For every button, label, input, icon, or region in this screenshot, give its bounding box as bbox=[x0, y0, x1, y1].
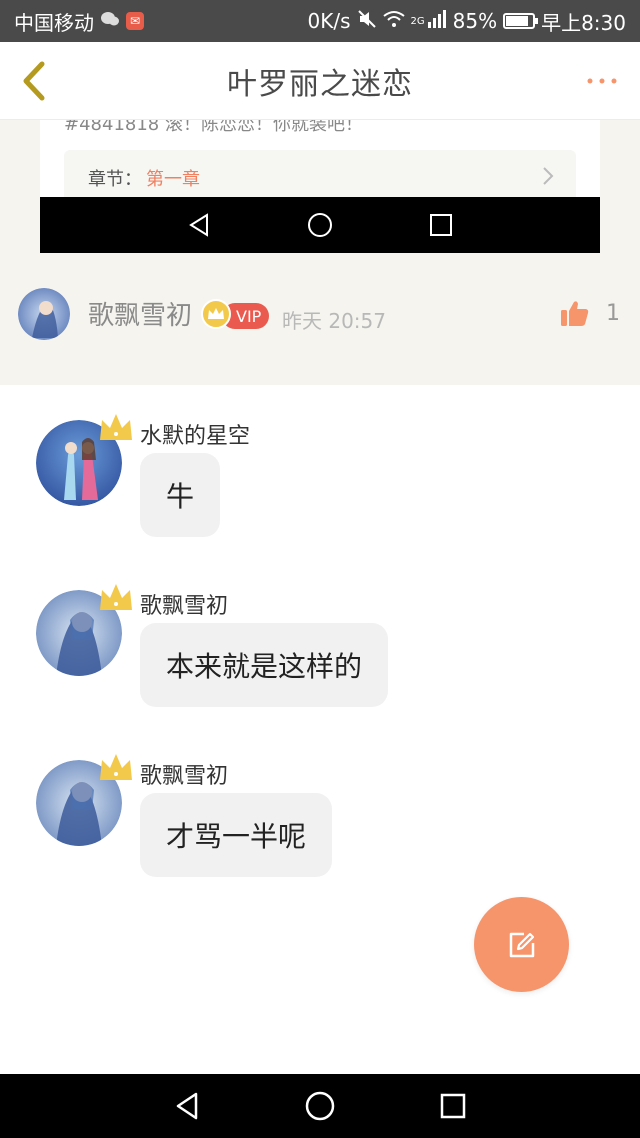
compose-button[interactable] bbox=[474, 897, 569, 992]
clock: 早上8:30 bbox=[541, 10, 626, 35]
system-nav-bar bbox=[0, 1074, 640, 1138]
more-button[interactable] bbox=[582, 64, 622, 98]
crown-icon bbox=[201, 299, 231, 329]
page-title: 叶罗丽之迷恋 bbox=[227, 66, 413, 102]
chapter-label: 章节： bbox=[88, 168, 142, 190]
nav-recents-button[interactable] bbox=[423, 1076, 483, 1136]
reply-author[interactable]: 水默的星空 bbox=[140, 418, 250, 450]
avatar[interactable] bbox=[18, 288, 70, 340]
crown-icon bbox=[100, 754, 132, 780]
battery-icon bbox=[503, 13, 539, 29]
reply-author[interactable]: 歌飘雪初 bbox=[140, 758, 228, 790]
recents-square-icon bbox=[441, 1093, 466, 1119]
crown-icon bbox=[100, 584, 132, 610]
comment-row: 歌飘雪初 VIP 昨天 20:57 1 bbox=[0, 285, 640, 345]
embedded-recents-icon bbox=[429, 213, 453, 237]
reply-author[interactable]: 歌飘雪初 bbox=[140, 588, 228, 620]
home-circle-icon bbox=[305, 1091, 335, 1121]
reply-item: 歌飘雪初 才骂一半呢 bbox=[0, 750, 640, 880]
embedded-back-icon bbox=[187, 212, 211, 238]
thumbs-up-icon bbox=[561, 301, 589, 326]
wechat-icon bbox=[100, 11, 120, 31]
back-button[interactable] bbox=[14, 56, 54, 106]
network-type: 2G bbox=[410, 15, 425, 27]
like-button[interactable] bbox=[560, 299, 590, 329]
comment-author[interactable]: 歌飘雪初 bbox=[88, 295, 192, 332]
more-dots-icon bbox=[587, 78, 617, 84]
reply-bubble: 本来就是这样的 bbox=[140, 623, 389, 707]
mail-icon: ✉ bbox=[126, 12, 144, 30]
chapter-value: 第一章 bbox=[146, 168, 200, 190]
carrier-label: 中国移动 bbox=[14, 10, 94, 35]
app-header: 叶罗丽之迷恋 bbox=[0, 42, 640, 120]
chevron-right-icon bbox=[543, 167, 554, 185]
status-right: 0K/s 2G 85% 早上8:30 bbox=[308, 7, 627, 36]
reply-item: 歌飘雪初 本来就是这样的 bbox=[0, 580, 640, 710]
wifi-icon bbox=[382, 10, 405, 32]
nav-home-button[interactable] bbox=[290, 1076, 350, 1136]
comment-time: 昨天 20:57 bbox=[282, 309, 386, 333]
embedded-home-icon bbox=[306, 211, 334, 239]
crown-icon bbox=[100, 414, 132, 440]
reply-item: 水默的星空 牛 bbox=[0, 410, 640, 540]
status-bar: 中国移动 ✉ 0K/s 2G 85% 早上8:30 bbox=[0, 0, 640, 42]
like-count: 1 bbox=[606, 301, 620, 326]
chevron-left-icon bbox=[23, 61, 45, 101]
embedded-nav-bar bbox=[40, 197, 600, 253]
reply-bubble: 牛 bbox=[140, 453, 221, 537]
battery-percent: 85% bbox=[452, 9, 498, 33]
net-speed: 0K/s bbox=[307, 9, 351, 33]
nav-back-button[interactable] bbox=[157, 1076, 217, 1136]
back-triangle-icon bbox=[176, 1092, 197, 1120]
edit-icon bbox=[509, 932, 534, 957]
embedded-cut-text: #4841818 滚！陈恋恋！你就装吧！ bbox=[64, 120, 363, 135]
mute-icon bbox=[357, 9, 377, 33]
comment-header-area: #4841818 滚！陈恋恋！你就装吧！ 章节： 第一章 歌飘雪初 VIP 昨天… bbox=[0, 120, 640, 385]
status-left: 中国移动 ✉ bbox=[14, 7, 144, 36]
signal-icon bbox=[427, 10, 447, 32]
reply-bubble: 才骂一半呢 bbox=[140, 793, 333, 877]
